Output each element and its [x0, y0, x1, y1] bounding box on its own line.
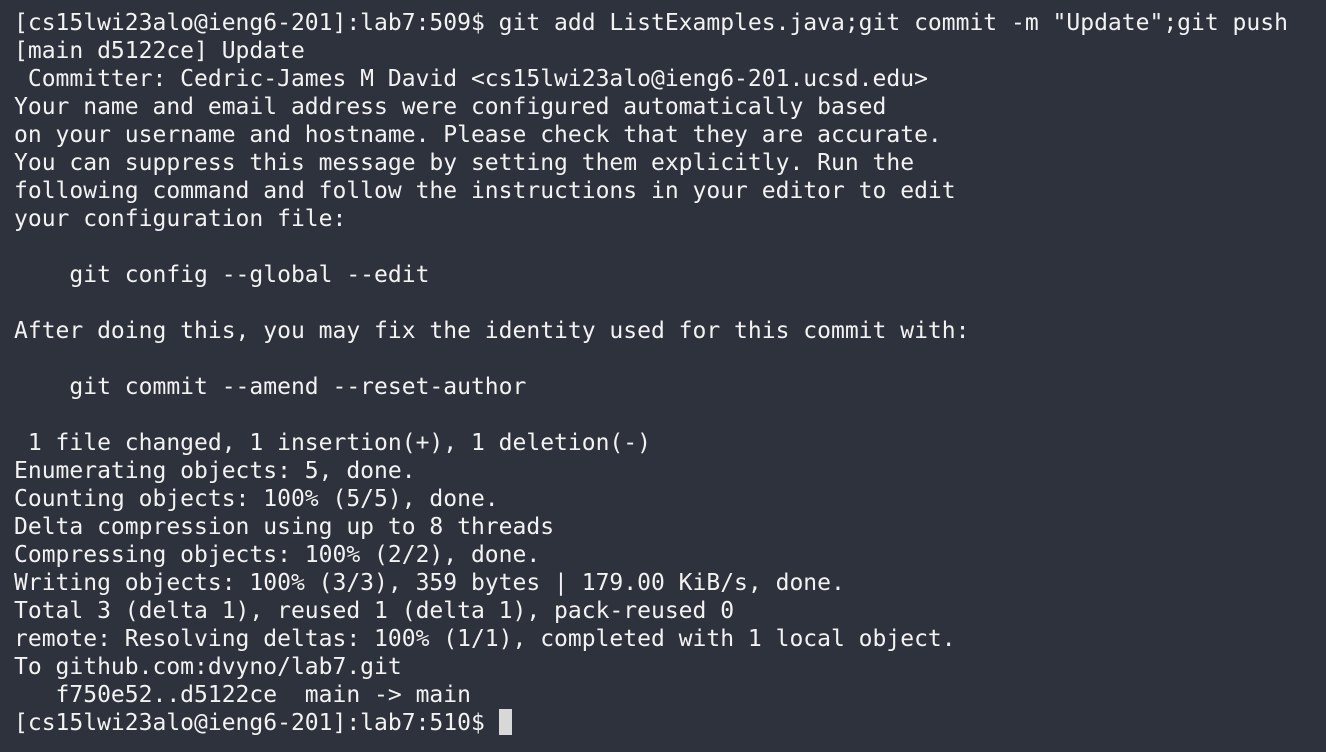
terminal-output-line: Committer: Cedric-James M David <cs15lwi…: [14, 66, 928, 92]
shell-prompt: [cs15lwi23alo@ieng6-201]:lab7:510$: [14, 710, 485, 736]
terminal-output-line: Delta compression using up to 8 threads: [14, 514, 555, 540]
terminal-prompt-line[interactable]: [cs15lwi23alo@ieng6-201]:lab7:510$: [14, 709, 1326, 737]
terminal-output-line: You can suppress this message by setting…: [14, 150, 915, 176]
terminal-output-line: 1 file changed, 1 insertion(+), 1 deleti…: [14, 430, 651, 456]
terminal-output-line: Enumerating objects: 5, done.: [14, 458, 416, 484]
terminal-output-line: on your username and hostname. Please ch…: [14, 122, 942, 148]
terminal-output-line: To github.com:dvyno/lab7.git: [14, 654, 402, 680]
terminal-output-line: Your name and email address were configu…: [14, 94, 887, 120]
terminal-output-line: following command and follow the instruc…: [14, 178, 956, 204]
terminal-output-line: [cs15lwi23alo@ieng6-201]:lab7:509$ git a…: [14, 10, 1288, 36]
terminal-output-line: remote: Resolving deltas: 100% (1/1), co…: [14, 626, 956, 652]
terminal-output-line: After doing this, you may fix the identi…: [14, 318, 970, 344]
terminal-output-line: git commit --amend --reset-author: [14, 374, 527, 400]
terminal-output-line: Writing objects: 100% (3/3), 359 bytes |…: [14, 570, 845, 596]
terminal-output-line: f750e52..d5122ce main -> main: [14, 682, 471, 708]
terminal-window[interactable]: [cs15lwi23alo@ieng6-201]:lab7:509$ git a…: [0, 0, 1326, 752]
terminal-output-line: Counting objects: 100% (5/5), done.: [14, 486, 499, 512]
terminal-output-line: git config --global --edit: [14, 262, 430, 288]
terminal-output-line: Compressing objects: 100% (2/2), done.: [14, 542, 541, 568]
terminal-output-line: your configuration file:: [14, 206, 347, 232]
text-cursor[interactable]: [498, 709, 512, 735]
terminal-output-line: [main d5122ce] Update: [14, 38, 305, 64]
terminal-output-line: Total 3 (delta 1), reused 1 (delta 1), p…: [14, 598, 735, 624]
